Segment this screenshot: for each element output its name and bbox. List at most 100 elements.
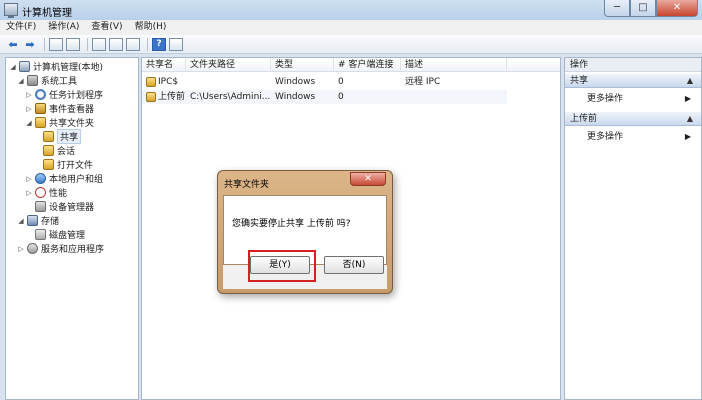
- tree-item-open-files[interactable]: 打开文件: [43, 158, 93, 171]
- refresh-icon[interactable]: [109, 37, 123, 51]
- tree-item-label: 性能: [49, 189, 68, 199]
- toolbar: ⬅ ➡ ?: [0, 35, 702, 54]
- actions-section-shares[interactable]: 共享 ▲: [565, 74, 701, 88]
- device-manager-icon: [35, 201, 46, 212]
- actions-pane: 操作 共享 ▲ 更多操作 ▶ 上传前 ▲ 更多操作 ▶: [564, 57, 702, 400]
- menu-view[interactable]: 查看(V): [85, 20, 128, 35]
- collapse-toggle-icon[interactable]: ◢: [17, 77, 25, 85]
- toolbar-divider: [147, 37, 148, 51]
- column-description[interactable]: 描述: [401, 58, 507, 72]
- toolbar-divider: [87, 37, 88, 51]
- forward-arrow-icon[interactable]: ➡: [23, 38, 37, 51]
- no-button[interactable]: 否(N): [324, 256, 384, 274]
- tree-item-disk-management[interactable]: 磁盘管理: [35, 228, 85, 241]
- cell-description: 远程 IPC: [405, 77, 441, 87]
- collapse-toggle-icon[interactable]: ◢: [9, 63, 17, 71]
- list-header: 共享名 文件夹路径 类型 # 客户端连接 描述: [142, 58, 560, 72]
- tree-item-storage[interactable]: ◢ 存储: [17, 214, 59, 227]
- tree-item-event-viewer[interactable]: ▷ 事件查看器: [25, 102, 94, 115]
- tree-item-computer-management[interactable]: ◢ 计算机管理(本地): [9, 60, 103, 73]
- submenu-arrow-icon: ▶: [684, 132, 691, 141]
- actions-section-upload[interactable]: 上传前 ▲: [565, 112, 701, 126]
- cell-folder-path: [186, 75, 271, 89]
- tree-item-label: 系统工具: [41, 77, 78, 87]
- export-list-icon[interactable]: [126, 37, 140, 51]
- services-icon: [27, 243, 38, 254]
- menu-help[interactable]: 帮助(H): [129, 20, 173, 35]
- tree-item-performance[interactable]: ▷ 性能: [25, 186, 67, 199]
- help-icon[interactable]: ?: [152, 37, 166, 51]
- show-hide-tree-icon[interactable]: [66, 37, 80, 51]
- expand-toggle-icon[interactable]: ▷: [25, 189, 33, 197]
- back-arrow-icon[interactable]: ⬅: [6, 38, 20, 51]
- collapse-caret-icon[interactable]: ▲: [687, 74, 693, 88]
- cell-folder-path: C:\Users\Admini...: [190, 92, 271, 102]
- disk-icon: [35, 229, 46, 240]
- cell-type: Windows: [275, 92, 316, 102]
- tree-item-label: 设备管理器: [49, 203, 95, 213]
- more-actions-label: 更多操作: [587, 94, 624, 104]
- expand-toggle-icon[interactable]: ▷: [17, 245, 25, 253]
- table-row[interactable]: IPC$ Windows 0 远程 IPC: [142, 75, 507, 89]
- cell-type: Windows: [275, 77, 316, 87]
- tree-item-label: 任务计划程序: [49, 91, 104, 101]
- tree-item-label: 事件查看器: [49, 105, 95, 115]
- show-action-pane-icon[interactable]: [169, 37, 183, 51]
- up-folder-icon[interactable]: [49, 37, 63, 51]
- share-folder-icon: [35, 117, 46, 128]
- event-icon: [35, 103, 46, 114]
- tree-item-label: 共享: [57, 129, 82, 144]
- cell-clients: 0: [338, 92, 344, 102]
- console-tree: ◢ 计算机管理(本地) ◢ 系统工具 ▷ 任务计划程序 ▷ 事件查看器 ◢ 共享…: [5, 57, 139, 400]
- expand-toggle-icon[interactable]: ▷: [25, 91, 33, 99]
- submenu-arrow-icon: ▶: [684, 94, 691, 103]
- column-type[interactable]: 类型: [271, 58, 334, 72]
- minimize-button[interactable]: ─: [604, 0, 630, 17]
- column-share-name[interactable]: 共享名: [142, 58, 186, 72]
- tree-item-system-tools[interactable]: ◢ 系统工具: [17, 74, 77, 87]
- tools-icon: [27, 75, 38, 86]
- more-actions-label: 更多操作: [587, 132, 624, 142]
- column-folder-path[interactable]: 文件夹路径: [186, 58, 271, 72]
- session-icon: [43, 145, 54, 156]
- tree-item-task-scheduler[interactable]: ▷ 任务计划程序: [25, 88, 103, 101]
- actions-header-label: 操作: [570, 60, 589, 70]
- menu-bar: 文件(F) 操作(A) 查看(V) 帮助(H): [0, 20, 702, 35]
- cell-share-name: 上传前: [142, 90, 186, 104]
- highlight-box: [248, 250, 316, 282]
- tree-item-label: 打开文件: [57, 161, 94, 171]
- tree-item-sessions[interactable]: 会话: [43, 144, 75, 157]
- users-icon: [35, 173, 46, 184]
- more-actions-item[interactable]: 更多操作 ▶: [565, 130, 701, 144]
- properties-icon[interactable]: [92, 37, 106, 51]
- column-client-connections[interactable]: # 客户端连接: [334, 58, 401, 72]
- share-icon: [146, 91, 156, 102]
- share-name-text: 上传前: [158, 92, 186, 102]
- dialog-close-button[interactable]: ✕: [350, 172, 386, 186]
- share-name-text: IPC$: [158, 77, 179, 87]
- more-actions-item[interactable]: 更多操作 ▶: [565, 92, 701, 106]
- maximize-button[interactable]: □: [630, 0, 656, 17]
- tree-item-local-users[interactable]: ▷ 本地用户和组: [25, 172, 103, 185]
- tree-item-device-manager[interactable]: 设备管理器: [35, 200, 94, 213]
- tree-item-shares[interactable]: 共享: [43, 129, 82, 144]
- tree-item-services-apps[interactable]: ▷ 服务和应用程序: [17, 242, 104, 255]
- tree-item-label: 存储: [41, 217, 60, 227]
- close-button[interactable]: ✕: [656, 0, 698, 17]
- window-controls: ─ □ ✕: [604, 0, 698, 17]
- collapse-toggle-icon[interactable]: ◢: [17, 217, 25, 225]
- tree-item-label: 共享文件夹: [49, 119, 95, 129]
- table-row[interactable]: 上传前 C:\Users\Admini... Windows 0: [142, 90, 507, 104]
- menu-action[interactable]: 操作(A): [42, 20, 85, 35]
- share-icon: [146, 76, 156, 87]
- expand-toggle-icon[interactable]: ▷: [25, 105, 33, 113]
- cell-clients: 0: [338, 77, 344, 87]
- collapse-caret-icon[interactable]: ▲: [687, 112, 693, 126]
- menu-file[interactable]: 文件(F): [0, 20, 42, 35]
- title-bar: 计算机管理 ─ □ ✕: [0, 0, 702, 20]
- collapse-toggle-icon[interactable]: ◢: [25, 119, 33, 127]
- computer-management-icon: [4, 3, 18, 18]
- expand-toggle-icon[interactable]: ▷: [25, 175, 33, 183]
- cell-share-name: IPC$: [142, 75, 186, 89]
- tree-item-shared-folders[interactable]: ◢ 共享文件夹: [25, 116, 94, 129]
